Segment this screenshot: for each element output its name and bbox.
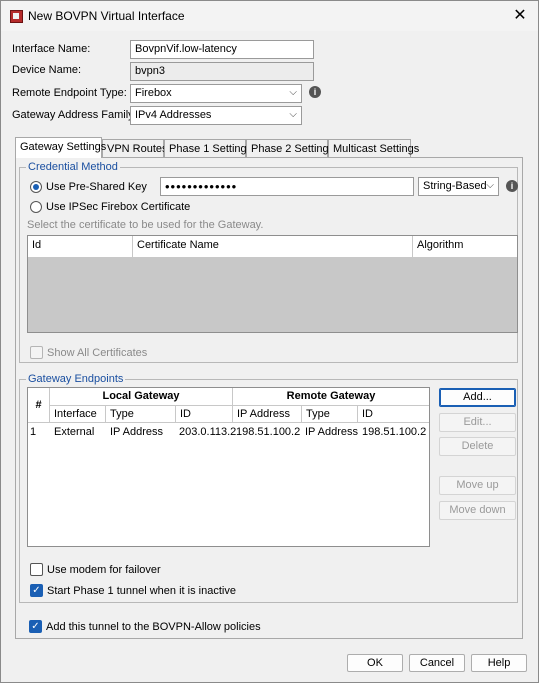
remote-endpoint-type-select[interactable]: Firebox ⌵ — [130, 84, 302, 103]
col-remote-ip[interactable]: IP Address — [233, 406, 302, 423]
use-modem-checkbox[interactable] — [30, 563, 43, 576]
row-remote-ip: 198.51.100.2 — [236, 426, 301, 438]
gateway-address-family-label: Gateway Address Family: — [12, 109, 137, 121]
title-bar: New BOVPN Virtual Interface ✕ — [1, 1, 538, 31]
gateway-endpoints-title: Gateway Endpoints — [26, 373, 126, 385]
add-policy-label: Add this tunnel to the BOVPN-Allow polic… — [46, 621, 261, 633]
col-interface[interactable]: Interface — [50, 406, 106, 423]
remote-gateway-header: Remote Gateway — [233, 388, 429, 406]
cert-radio[interactable] — [30, 201, 42, 213]
row-remote-id: 198.51.100.2 — [362, 426, 427, 438]
local-gateway-header: Local Gateway — [50, 388, 233, 406]
dialog-window: New BOVPN Virtual Interface ✕ Interface … — [0, 0, 539, 683]
use-modem-label: Use modem for failover — [47, 564, 161, 576]
row-local-id: 203.0.113.2 — [179, 426, 237, 438]
start-phase1-label: Start Phase 1 tunnel when it is inactive — [47, 585, 236, 597]
cert-label: Use IPSec Firebox Certificate — [46, 201, 191, 213]
device-name-label: Device Name: — [12, 64, 82, 76]
psk-label: Use Pre-Shared Key — [46, 181, 147, 193]
col-local-type[interactable]: Type — [106, 406, 176, 423]
tab-phase1-settings[interactable]: Phase 1 Settings — [164, 139, 252, 158]
cert-hint: Select the certificate to be used for th… — [27, 219, 264, 231]
info-icon[interactable]: i — [309, 86, 321, 98]
tab-vpn-routes[interactable]: VPN Routes — [102, 139, 168, 158]
info-icon[interactable]: i — [506, 180, 518, 192]
gateway-address-family-value: IPv4 Addresses — [135, 109, 212, 121]
gateway-endpoints-group: Gateway Endpoints # Local Gateway Remote… — [19, 373, 518, 603]
gateway-address-family-select[interactable]: IPv4 Addresses ⌵ — [130, 106, 302, 125]
credential-method-group: Credential Method Use Pre-Shared Key •••… — [19, 161, 518, 363]
psk-type-select[interactable]: String-Based ⌵ — [418, 177, 499, 196]
certificate-table[interactable]: Id Certificate Name Algorithm — [27, 235, 518, 333]
col-remote-type[interactable]: Type — [302, 406, 358, 423]
cert-col-name[interactable]: Certificate Name — [133, 236, 413, 258]
start-phase1-checkbox[interactable]: ✓ — [30, 584, 43, 597]
chevron-down-icon: ⌵ — [289, 87, 297, 98]
col-number: # — [28, 388, 50, 423]
chevron-down-icon: ⌵ — [486, 180, 494, 191]
cancel-button[interactable]: Cancel — [409, 654, 465, 672]
cert-col-algorithm[interactable]: Algorithm — [413, 236, 517, 258]
show-all-certificates-checkbox[interactable] — [30, 346, 43, 359]
remote-endpoint-type-label: Remote Endpoint Type: — [12, 87, 127, 99]
interface-name-label: Interface Name: — [12, 43, 91, 55]
move-down-button[interactable]: Move down — [439, 501, 516, 520]
device-name-field: bvpn3 — [130, 62, 314, 81]
help-button[interactable]: Help — [471, 654, 527, 672]
psk-input[interactable]: ••••••••••••• — [160, 177, 414, 196]
delete-button[interactable]: Delete — [439, 437, 516, 456]
show-all-certificates-label: Show All Certificates — [47, 347, 148, 359]
credential-method-title: Credential Method — [26, 161, 120, 173]
row-remote-type: IP Address — [305, 426, 358, 438]
psk-radio[interactable] — [30, 181, 42, 193]
col-local-id[interactable]: ID — [176, 406, 233, 423]
tab-gateway-settings[interactable]: Gateway Settings — [15, 137, 106, 158]
tab-phase2-settings[interactable]: Phase 2 Settings — [246, 139, 334, 158]
remote-endpoint-type-value: Firebox — [135, 87, 172, 99]
app-icon — [10, 10, 23, 23]
add-button[interactable]: Add... — [439, 388, 516, 407]
table-row[interactable]: 1 External IP Address 203.0.113.2 198.51… — [28, 424, 429, 440]
row-local-type: IP Address — [110, 426, 163, 438]
interface-name-input[interactable]: BovpnVif.low-latency — [130, 40, 314, 59]
psk-type-value: String-Based — [423, 180, 487, 192]
cert-col-id[interactable]: Id — [28, 236, 133, 258]
col-remote-id[interactable]: ID — [358, 406, 429, 423]
close-button[interactable]: ✕ — [508, 5, 532, 27]
ok-button[interactable]: OK — [347, 654, 403, 672]
chevron-down-icon: ⌵ — [289, 109, 297, 120]
tab-multicast-settings[interactable]: Multicast Settings — [328, 139, 419, 158]
row-interface: External — [54, 426, 95, 438]
add-policy-checkbox[interactable]: ✓ — [29, 620, 42, 633]
move-up-button[interactable]: Move up — [439, 476, 516, 495]
window-title: New BOVPN Virtual Interface — [28, 9, 185, 23]
gateway-settings-panel: Credential Method Use Pre-Shared Key •••… — [15, 157, 523, 639]
edit-button[interactable]: Edit... — [439, 413, 516, 432]
row-number: 1 — [30, 426, 37, 438]
endpoints-table[interactable]: # Local Gateway Remote Gateway Interface… — [27, 387, 430, 547]
